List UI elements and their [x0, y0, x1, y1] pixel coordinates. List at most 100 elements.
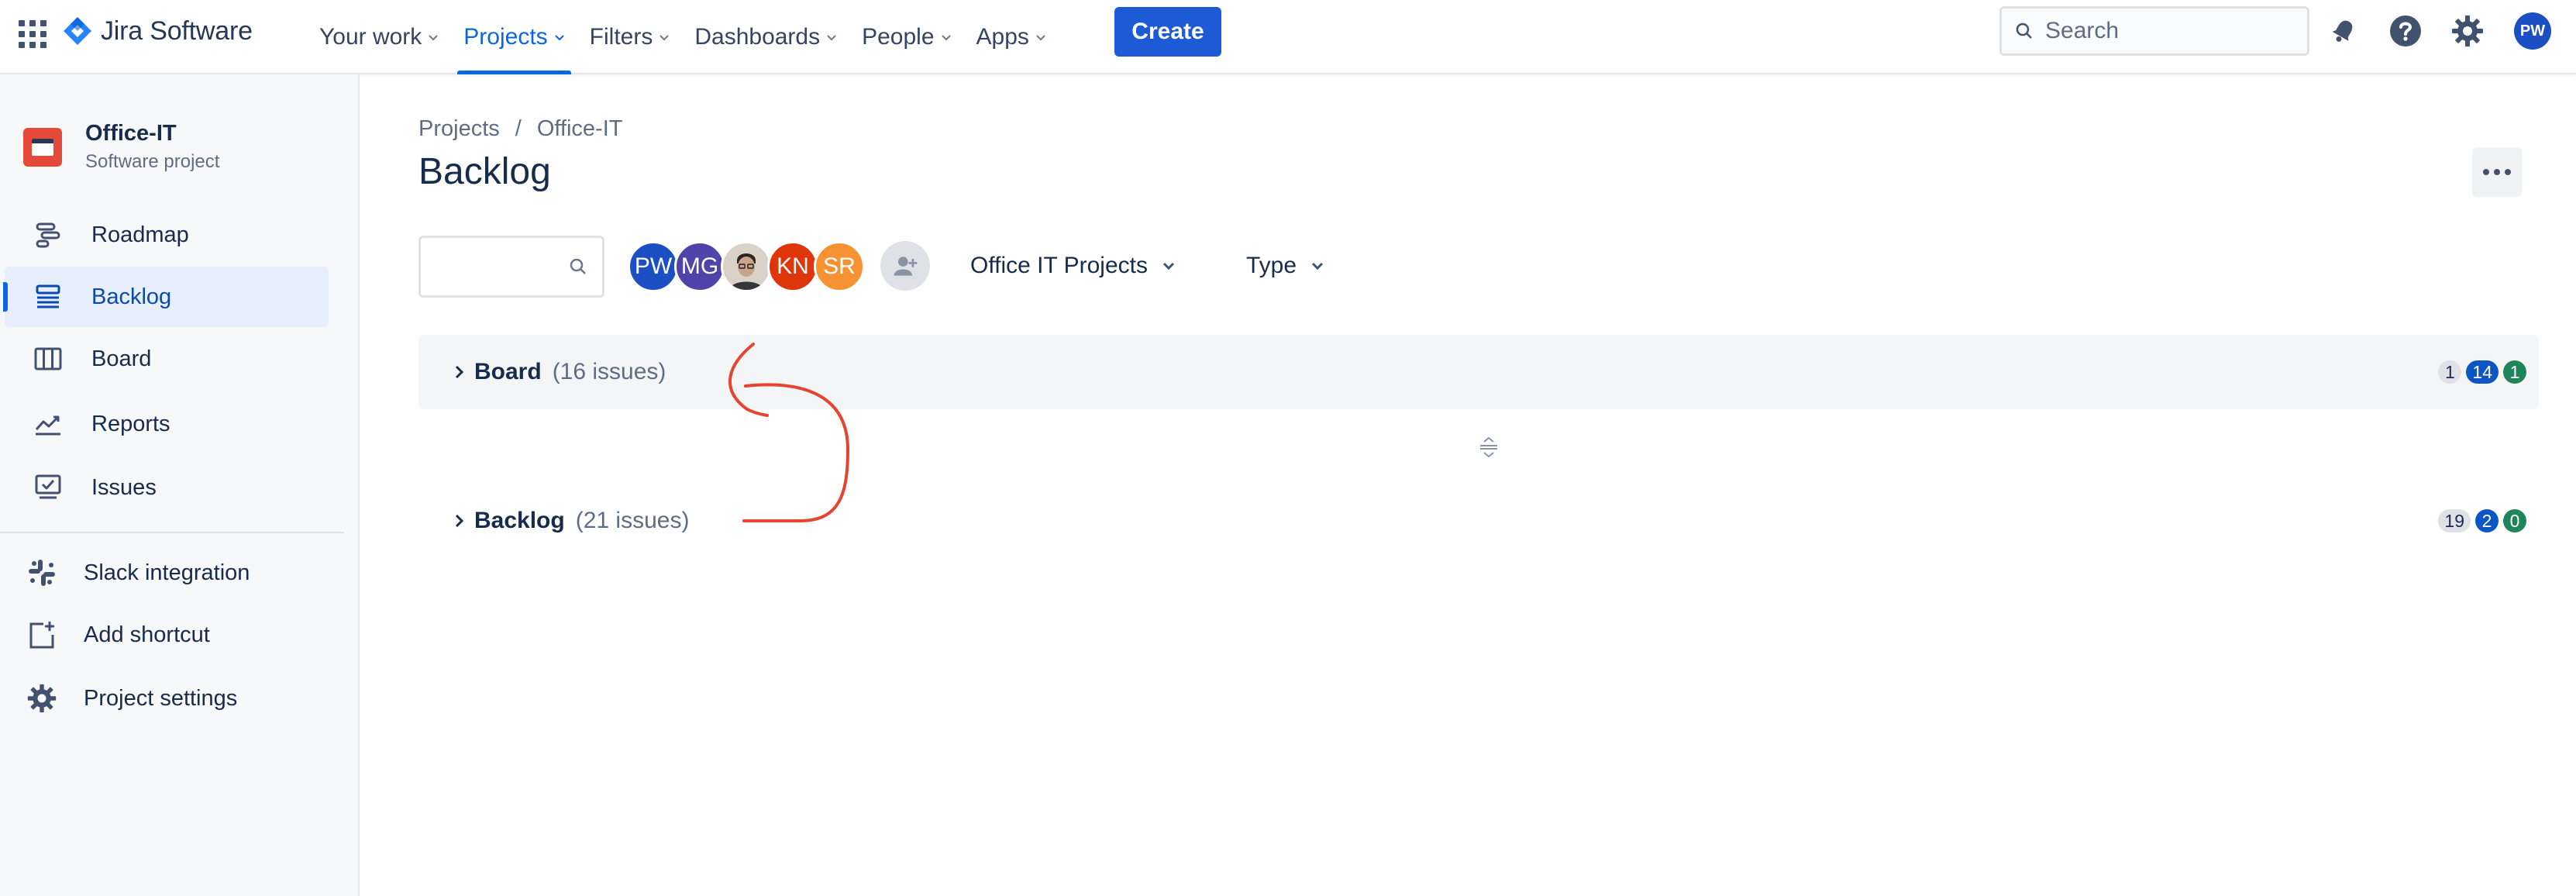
jira-logo[interactable]: Jira Software	[60, 11, 253, 51]
search-icon	[2016, 22, 2032, 39]
sprint-issue-count: (21 issues)	[575, 508, 690, 533]
create-button[interactable]: Create	[1114, 7, 1221, 57]
nav-apps[interactable]: Apps	[964, 0, 1059, 74]
sidebar-item-backlog[interactable]: Backlog	[3, 267, 329, 327]
sidebar-item-label: Add shortcut	[84, 622, 210, 647]
avatar-sr[interactable]: SR	[814, 241, 865, 292]
sidebar-divider	[0, 532, 344, 533]
nav-your-work[interactable]: Your work	[307, 0, 451, 74]
breadcrumb-separator: /	[515, 116, 522, 141]
user-avatar[interactable]: PW	[2514, 12, 2551, 50]
search-box[interactable]	[1999, 6, 2309, 56]
sidebar-item-label: Project settings	[84, 685, 238, 711]
sidebar-item-label: Board	[91, 346, 152, 371]
person-photo-icon	[723, 243, 770, 290]
avatar-mg[interactable]: MG	[674, 241, 725, 292]
nav-label: Dashboards	[694, 24, 821, 50]
nav-label: People	[862, 24, 935, 50]
slack-icon	[23, 554, 60, 591]
chevron-right-icon[interactable]	[451, 364, 467, 380]
nav-dashboards[interactable]: Dashboards	[682, 0, 849, 74]
more-dot-icon	[2494, 169, 2500, 175]
sidebar-item-board[interactable]: Board	[5, 329, 329, 389]
project-avatar-icon	[23, 127, 62, 167]
chevron-right-icon[interactable]	[451, 513, 467, 529]
breadcrumb-project-link[interactable]: Office-IT	[537, 116, 623, 142]
type-filter-label: Type	[1246, 253, 1297, 278]
nav-label: Apps	[976, 24, 1029, 50]
chevron-down-icon	[827, 35, 836, 41]
page-title: Backlog	[418, 151, 551, 192]
status-badge-in-progress: 14	[2466, 360, 2499, 384]
sidebar-item-add-shortcut[interactable]: Add shortcut	[5, 605, 329, 665]
add-shortcut-icon	[23, 616, 60, 653]
avatar-photo[interactable]	[721, 241, 772, 292]
chevron-down-icon	[941, 35, 951, 41]
settings-gear-icon[interactable]	[2449, 12, 2486, 50]
status-badge-in-progress: 2	[2475, 509, 2499, 532]
sprint-row-backlog[interactable]: Backlog (21 issues) 19 2 0	[418, 484, 2539, 558]
sprint-name: Backlog	[474, 508, 565, 533]
top-navigation: Jira Software Your work Projects Filters…	[0, 0, 2576, 74]
nav-people[interactable]: People	[849, 0, 963, 74]
sidebar-item-roadmap[interactable]: Roadmap	[5, 205, 329, 265]
backlog-search-input[interactable]	[418, 236, 604, 298]
sidebar-item-label: Backlog	[91, 284, 172, 309]
chevron-down-icon	[659, 35, 670, 41]
gear-icon	[23, 680, 60, 717]
add-people-button[interactable]	[880, 241, 930, 291]
sidebar-item-label: Issues	[91, 474, 157, 500]
epic-filter-dropdown[interactable]: Office IT Projects	[970, 240, 1176, 291]
project-name: Office-IT	[85, 121, 177, 146]
search-icon	[570, 258, 586, 274]
epic-filter-label: Office IT Projects	[970, 253, 1148, 278]
sidebar-item-slack-integration[interactable]: Slack integration	[5, 543, 329, 603]
issues-icon	[29, 469, 67, 506]
product-name: Jira Software	[101, 16, 253, 46]
app-switcher-icon[interactable]	[17, 19, 46, 48]
reports-icon	[29, 405, 67, 443]
chevron-down-icon	[429, 35, 439, 41]
more-dot-icon	[2483, 169, 2489, 175]
nav-label: Projects	[463, 24, 548, 50]
status-badge-todo: 1	[2438, 360, 2462, 384]
sidebar-item-reports[interactable]: Reports	[5, 394, 329, 454]
sidebar-item-project-settings[interactable]: Project settings	[5, 668, 329, 729]
chevron-down-icon	[1036, 35, 1045, 41]
type-filter-dropdown[interactable]: Type	[1246, 240, 1324, 291]
resize-handle-icon[interactable]	[1476, 434, 1502, 460]
status-badge-done: 0	[2503, 509, 2526, 532]
project-header[interactable]: Office-IT Software project	[23, 121, 219, 173]
avatar-kn[interactable]: KN	[767, 241, 818, 292]
sidebar-item-issues[interactable]: Issues	[5, 457, 329, 518]
status-badge-todo: 19	[2438, 509, 2471, 532]
sidebar-item-label: Roadmap	[91, 222, 189, 247]
help-icon[interactable]	[2387, 12, 2424, 50]
breadcrumb-projects-link[interactable]: Projects	[418, 116, 500, 142]
chevron-down-icon	[1162, 262, 1175, 271]
sprint-row-board[interactable]: Board (16 issues) 1 14 1	[418, 335, 2539, 409]
jira-diamond-icon	[64, 17, 91, 45]
sidebar-item-label: Slack integration	[84, 560, 250, 585]
notifications-bell-icon[interactable]	[2325, 12, 2362, 50]
roadmap-icon	[29, 216, 67, 253]
sprint-status-badges: 19 2 0	[2438, 509, 2526, 532]
nav-label: Filters	[589, 24, 653, 50]
sprint-issue-count: (16 issues)	[552, 359, 666, 384]
annotation-arrow-drawing	[728, 343, 850, 522]
sidebar-item-label: Reports	[91, 411, 170, 436]
avatar-pw[interactable]: PW	[628, 241, 679, 292]
breadcrumb: Projects / Office-IT	[418, 116, 622, 142]
chevron-down-icon	[1311, 262, 1324, 271]
status-badge-done: 1	[2503, 360, 2526, 384]
add-person-icon	[894, 257, 918, 276]
more-dot-icon	[2505, 169, 2511, 175]
project-sidebar: Office-IT Software project Roadmap Backl…	[0, 74, 360, 896]
nav-projects[interactable]: Projects	[451, 0, 577, 74]
sprint-status-badges: 1 14 1	[2438, 360, 2526, 384]
search-input[interactable]	[2045, 18, 2293, 44]
more-actions-button[interactable]	[2472, 147, 2522, 197]
board-icon	[29, 340, 67, 377]
nav-label: Your work	[319, 24, 422, 50]
nav-filters[interactable]: Filters	[577, 0, 683, 74]
